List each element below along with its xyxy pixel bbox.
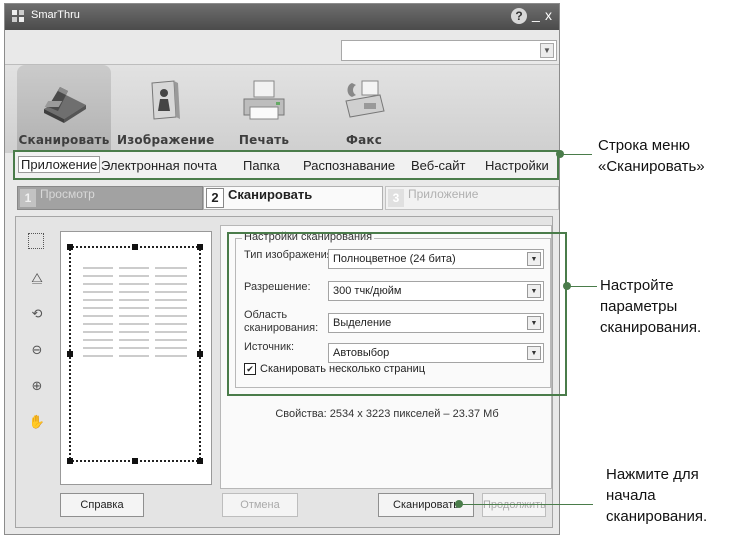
scan-button-label: Сканировать: [393, 499, 459, 511]
menu-annotation: Строка меню «Сканировать»: [598, 135, 705, 177]
resize-handle[interactable]: [67, 244, 73, 250]
help-icon[interactable]: ?: [511, 8, 527, 24]
device-select[interactable]: ▼: [341, 40, 557, 61]
next-button-label: Продолжить: [483, 499, 546, 511]
toolbar-print-button[interactable]: Печать: [217, 65, 311, 151]
selection-frame[interactable]: [67, 244, 203, 464]
step-application[interactable]: 3 Приложение: [385, 186, 559, 210]
zoom-in-icon[interactable]: ⊕: [28, 377, 46, 395]
cancel-button-label: Отмена: [240, 499, 280, 511]
menu-item-website[interactable]: Веб-сайт: [411, 158, 465, 173]
scan-annotation-line1: Нажмите для: [606, 466, 699, 483]
menu-annotation-line2: «Сканировать»: [598, 158, 705, 175]
select-area-icon[interactable]: [28, 233, 44, 249]
toolbar-print-label: Печать: [238, 133, 290, 147]
scan-annotation: Нажмите для начала сканирования.: [606, 464, 707, 527]
toolbar-image-button[interactable]: Изображение: [117, 65, 215, 151]
help-button[interactable]: Справка: [60, 493, 144, 517]
flip-horizontal-icon[interactable]: ⧋: [28, 269, 46, 287]
menu-callout-line: [562, 154, 592, 155]
main-toolbar: Сканировать Изображение Печать Факс: [5, 64, 559, 153]
step-scan[interactable]: 2 Сканировать: [203, 186, 383, 210]
toolbar-scan-label: Сканировать: [18, 133, 110, 147]
scan-menu-bar: Приложение Электронная почта Папка Распо…: [13, 150, 559, 180]
settings-annotation-line3: сканирования.: [600, 319, 702, 336]
toolbar-fax-button[interactable]: Факс: [317, 65, 411, 151]
settings-annotation-line2: параметры: [600, 298, 678, 315]
next-button[interactable]: Продолжить: [482, 493, 546, 517]
scan-properties: Свойства: 2534 x 3223 пикселей – 23.37 М…: [275, 408, 499, 420]
menu-item-settings[interactable]: Настройки: [485, 158, 549, 173]
close-button[interactable]: x: [545, 7, 552, 23]
settings-panel: Настройки сканирования Тип изображения: …: [220, 225, 567, 489]
scanner-icon: [44, 87, 86, 123]
toolbar-image-label: Изображение: [117, 133, 215, 147]
help-button-label: Справка: [80, 499, 124, 511]
printer-icon: [243, 80, 285, 120]
scan-annotation-line2: начала: [606, 487, 656, 504]
resize-handle[interactable]: [197, 458, 203, 464]
window-title: SmarThru: [31, 9, 80, 21]
chevron-down-icon: ▼: [540, 43, 554, 58]
step-number: 3: [388, 189, 404, 207]
settings-annotation: Настройте параметры сканирования.: [600, 275, 701, 338]
fax-icon: [345, 80, 385, 118]
resize-handle[interactable]: [197, 351, 203, 357]
menu-item-folder[interactable]: Папка: [243, 158, 280, 173]
smarthru-window: SmarThru ? _ x ▼ Сканировать Изображение…: [4, 3, 567, 535]
step-number: 1: [20, 189, 36, 207]
toolbar-scan-button[interactable]: Сканировать: [17, 65, 111, 151]
settings-highlight-frame: [227, 232, 567, 396]
document-thumbnail: [83, 267, 187, 357]
hand-pan-icon[interactable]: ✋: [28, 413, 46, 431]
step-preview[interactable]: 1 Просмотр: [17, 186, 203, 210]
resize-handle[interactable]: [132, 458, 138, 464]
step-label: Сканировать: [228, 187, 313, 202]
resize-handle[interactable]: [67, 351, 73, 357]
step-label: Приложение: [408, 187, 479, 201]
menu-annotation-line1: Строка меню: [598, 137, 690, 154]
toolbar-fax-label: Факс: [345, 133, 383, 147]
resize-handle[interactable]: [132, 244, 138, 250]
app-icon: [12, 10, 24, 22]
menu-item-email[interactable]: Электронная почта: [101, 158, 217, 173]
title-bar: SmarThru ? _ x: [5, 4, 559, 30]
rotate-icon[interactable]: ⟲: [28, 305, 46, 323]
resize-handle[interactable]: [197, 244, 203, 250]
scan-panel: ⧋ ⟲ ⊖ ⊕ ✋ Настройки сканирования Тип изо…: [15, 216, 567, 528]
scan-callout-line: [461, 504, 593, 505]
zoom-out-icon[interactable]: ⊖: [28, 341, 46, 359]
settings-annotation-line1: Настройте: [600, 277, 674, 294]
scan-preview[interactable]: [60, 231, 212, 485]
menu-item-ocr[interactable]: Распознавание: [303, 158, 395, 173]
image-icon: [151, 80, 180, 120]
settings-callout-line: [569, 286, 597, 287]
step-label: Просмотр: [40, 187, 95, 201]
wizard-steps: 1 Просмотр 2 Сканировать 3 Приложение: [5, 186, 559, 212]
step-number: 2: [206, 188, 224, 208]
minimize-button[interactable]: _: [532, 6, 540, 22]
resize-handle[interactable]: [67, 458, 73, 464]
menu-item-application[interactable]: Приложение: [18, 156, 101, 173]
cancel-button[interactable]: Отмена: [222, 493, 298, 517]
scan-annotation-line3: сканирования.: [606, 508, 708, 525]
